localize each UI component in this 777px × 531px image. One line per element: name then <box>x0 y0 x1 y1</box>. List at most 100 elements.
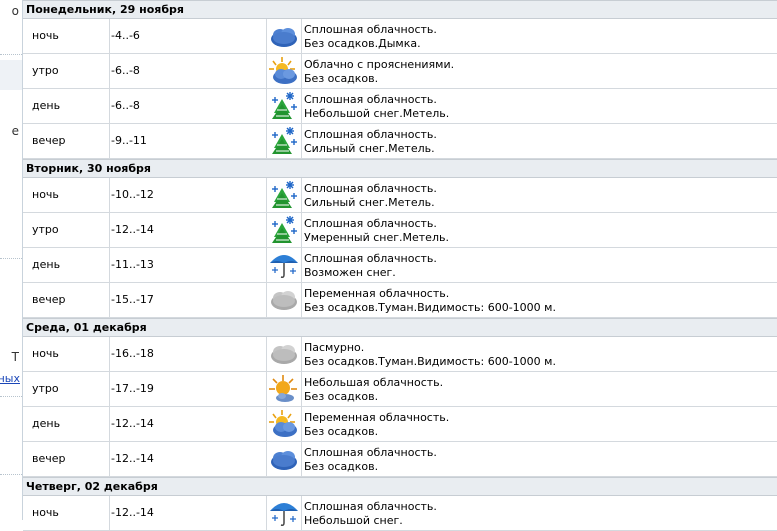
period-label: утро <box>23 54 110 88</box>
forecast-row: день -12..-14 Переменная облачность. Без ос… <box>23 407 777 442</box>
weather-icon-cell <box>267 496 302 530</box>
temperature-range: -11..-13 <box>110 248 267 282</box>
period-label: день <box>23 407 110 441</box>
precipitation-text: Без осадков. <box>304 460 379 473</box>
weather-description: Облачно с прояснениями. Без осадков. <box>302 54 777 88</box>
weather-icon-cell <box>267 89 302 123</box>
weather-icon-cell <box>267 283 302 317</box>
weather-description: Сплошная облачность. Без осадков. <box>302 442 777 476</box>
weather-description: Сплошная облачность. Небольшой снег. <box>302 496 777 530</box>
period-label: вечер <box>23 124 110 158</box>
precipitation-text: Небольшой снег. <box>304 514 403 527</box>
temperature-range: -16..-18 <box>110 337 267 371</box>
sidebar-selected-block[interactable] <box>0 60 22 90</box>
period-label: ночь <box>23 19 110 53</box>
forecast-row: ночь -12..-14 Сплошная облачность. Небольшо… <box>23 496 777 531</box>
cloudiness-text: Сплошная облачность. <box>304 217 437 230</box>
cloudiness-text: Сплошная облачность. <box>304 182 437 195</box>
temperature-range: -12..-14 <box>110 496 267 530</box>
forecast-row: день -6..-8 Сплошная облачность. Небольшой … <box>23 89 777 124</box>
weather-description: Переменная облачность. Без осадков. <box>302 407 777 441</box>
sidebar-divider <box>0 54 22 55</box>
period-label: утро <box>23 213 110 247</box>
weather-description: Сплошная облачность. Возможен снег. <box>302 248 777 282</box>
weather-icon-cell <box>267 248 302 282</box>
weather-icon-cell <box>267 372 302 406</box>
period-label: ночь <box>23 178 110 212</box>
day-header: Вторник, 30 ноября <box>23 159 777 178</box>
precipitation-text: Небольшой снег.Метель. <box>304 107 450 120</box>
sidebar-text-fragment: Т <box>11 350 19 364</box>
day-header: Четверг, 02 декабря <box>23 477 777 496</box>
umbrella-snow-icon <box>268 250 300 280</box>
precipitation-text: Без осадков.Туман.Видимость: 600-1000 м. <box>304 355 556 368</box>
sun-cloud-icon <box>268 56 300 86</box>
forecast-row: утро -17..-19 Небольшая облачность. Без оса… <box>23 372 777 407</box>
cloudiness-text: Сплошная облачность. <box>304 446 437 459</box>
cloudiness-text: Сплошная облачность. <box>304 23 437 36</box>
snow-blizzard-icon <box>268 215 300 245</box>
cloudiness-text: Облачно с прояснениями. <box>304 58 455 71</box>
cloudiness-text: Сплошная облачность. <box>304 93 437 106</box>
cloudiness-text: Переменная облачность. <box>304 411 450 424</box>
weather-description: Сплошная облачность. Умеренный снег.Метел… <box>302 213 777 247</box>
forecast-row: день -11..-13 Сплошная облачность. Возможен… <box>23 248 777 283</box>
sidebar-divider <box>0 396 22 397</box>
temperature-range: -12..-14 <box>110 213 267 247</box>
weather-icon-cell <box>267 124 302 158</box>
weather-icon-cell <box>267 54 302 88</box>
cloud-icon <box>268 444 300 474</box>
sun-small-cloud-icon <box>268 374 300 404</box>
day-header: Среда, 01 декабря <box>23 318 777 337</box>
fog-cloud-icon <box>268 285 300 315</box>
sidebar-divider <box>0 258 22 259</box>
umbrella-snow-icon <box>268 498 300 528</box>
forecast-row: вечер -15..-17 Переменная облачность. Без о… <box>23 283 777 318</box>
weather-description: Сплошная облачность. Небольшой снег.Метел… <box>302 89 777 123</box>
forecast-row: вечер -12..-14 Сплошная облачность. Без оса… <box>23 442 777 477</box>
weather-description: Переменная облачность. Без осадков.Туман.… <box>302 283 777 317</box>
temperature-range: -15..-17 <box>110 283 267 317</box>
temperature-range: -6..-8 <box>110 54 267 88</box>
period-label: ночь <box>23 337 110 371</box>
period-label: ночь <box>23 496 110 530</box>
cloudiness-text: Небольшая облачность. <box>304 376 444 389</box>
forecast-row: утро -6..-8 Облачно с прояснениями. Без оса… <box>23 54 777 89</box>
snow-blizzard-icon <box>268 91 300 121</box>
sidebar-text-fragment: о <box>11 4 19 18</box>
precipitation-text: Возможен снег. <box>304 266 396 279</box>
cloud-icon <box>268 21 300 51</box>
period-label: вечер <box>23 283 110 317</box>
precipitation-text: Умеренный снег.Метель. <box>304 231 449 244</box>
weather-icon-cell <box>267 213 302 247</box>
temperature-range: -4..-6 <box>110 19 267 53</box>
left-sidebar: о е Т ных <box>0 0 23 520</box>
temperature-range: -6..-8 <box>110 89 267 123</box>
weather-description: Пасмурно. Без осадков.Туман.Видимость: 60… <box>302 337 777 371</box>
day-header: Понедельник, 29 ноября <box>23 0 777 19</box>
sidebar-link[interactable]: ных <box>0 372 20 385</box>
weather-icon-cell <box>267 407 302 441</box>
sidebar-divider <box>0 474 22 475</box>
forecast-row: ночь -16..-18 Пасмурно. Без осадков.Туман.В… <box>23 337 777 372</box>
period-label: день <box>23 89 110 123</box>
fog-cloud-icon <box>268 339 300 369</box>
weather-description: Небольшая облачность. Без осадков. <box>302 372 777 406</box>
weather-icon-cell <box>267 178 302 212</box>
cloudiness-text: Сплошная облачность. <box>304 128 437 141</box>
forecast-row: ночь -4..-6 Сплошная облачность. Без осадко… <box>23 19 777 54</box>
cloudiness-text: Сплошная облачность. <box>304 500 437 513</box>
cloudiness-text: Переменная облачность. <box>304 287 450 300</box>
sun-cloud-icon <box>268 409 300 439</box>
cloudiness-text: Сплошная облачность. <box>304 252 437 265</box>
sidebar-text-fragment: е <box>11 124 19 138</box>
temperature-range: -12..-14 <box>110 407 267 441</box>
weather-icon-cell <box>267 337 302 371</box>
weather-icon-cell <box>267 442 302 476</box>
precipitation-text: Без осадков.Туман.Видимость: 600-1000 м. <box>304 301 556 314</box>
precipitation-text: Без осадков.Дымка. <box>304 37 421 50</box>
forecast-table: Понедельник, 29 ноября ночь -4..-6 Сплошная… <box>23 0 777 531</box>
forecast-row: вечер -9..-11 Сплошная облачность. Сильный … <box>23 124 777 159</box>
precipitation-text: Без осадков. <box>304 425 379 438</box>
period-label: вечер <box>23 442 110 476</box>
